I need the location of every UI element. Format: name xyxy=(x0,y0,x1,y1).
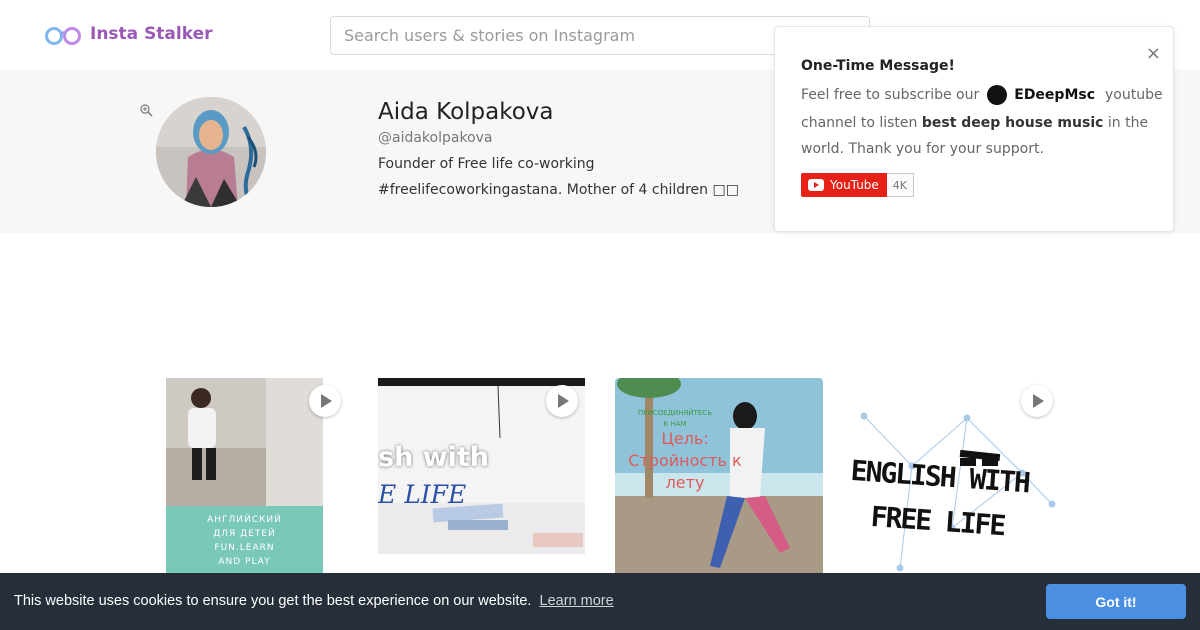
caption-line: лету xyxy=(665,473,705,492)
popup-text-prefix: Feel free to subscribe our xyxy=(801,87,980,103)
popup-text: channel to listen best deep house music … xyxy=(801,115,1148,131)
caption-line: AND PLAY xyxy=(218,557,271,567)
caption-line: sh with xyxy=(378,442,490,473)
close-icon[interactable]: × xyxy=(1146,43,1161,64)
one-time-message-popup: × One-Time Message! Feel free to subscri… xyxy=(774,26,1174,232)
popup-text-bold: best deep house music xyxy=(921,115,1104,131)
story-tile[interactable]: ПРИСОЕДИНЯЙТЕСЬ К НАМ Цель: Стройность к… xyxy=(615,378,823,573)
story-caption: Цель: Стройность к лету xyxy=(615,428,755,494)
youtube-subscribe-button[interactable]: YouTube 4K xyxy=(801,173,915,197)
play-icon[interactable] xyxy=(309,385,341,417)
story-caption: АНГЛИЙСКИЙ ДЛЯ ДЕТЕЙ FUN.LEARN AND PLAY xyxy=(166,513,323,569)
popup-text-prefix: channel to listen xyxy=(801,115,918,131)
popup-text: Feel free to subscribe our EDeepMsc yout… xyxy=(801,85,1163,105)
play-icon[interactable] xyxy=(546,385,578,417)
glasses-logo-icon xyxy=(45,27,81,45)
cookie-consent-bar: This website uses cookies to ensure you … xyxy=(0,573,1200,630)
zoom-in-icon[interactable] xyxy=(140,104,153,117)
caption-line: Стройность к xyxy=(628,451,742,470)
profile-avatar[interactable] xyxy=(156,97,266,207)
brand-name[interactable]: EDeepMsc xyxy=(1014,87,1095,103)
logo[interactable]: Insta Stalker xyxy=(44,22,213,46)
profile-handle: @aidakolpakova xyxy=(378,130,493,146)
brand-logo-icon[interactable] xyxy=(987,85,1008,105)
caption-line: Цель: xyxy=(661,429,709,448)
youtube-button-label[interactable]: YouTube xyxy=(801,173,887,197)
learn-more-link[interactable]: Learn more xyxy=(540,593,614,609)
popup-title: One-Time Message! xyxy=(801,58,955,74)
subscriber-count: 4K xyxy=(886,173,915,197)
story-tile[interactable]: АНГЛИЙСКИЙ ДЛЯ ДЕТЕЙ FUN.LEARN AND PLAY xyxy=(166,378,323,573)
caption-line: FUN.LEARN xyxy=(214,543,275,553)
popup-text: world. Thank you for your support. xyxy=(801,141,1044,157)
youtube-label: YouTube xyxy=(830,178,879,192)
cookie-message-text: This website uses cookies to ensure you … xyxy=(14,593,532,609)
profile-name: Aida Kolpakova xyxy=(378,99,554,125)
popup-text-suffix: youtube xyxy=(1105,87,1163,103)
caption-line: E LIFE xyxy=(378,480,467,509)
app-name: Insta Stalker xyxy=(90,24,213,44)
cookie-message: This website uses cookies to ensure you … xyxy=(14,593,614,609)
popup-text-suffix: in the xyxy=(1107,115,1149,131)
profile-bio-line: Founder of Free life co-working xyxy=(378,156,595,172)
accept-cookies-button[interactable]: Got it! xyxy=(1046,584,1186,619)
profile-bio-line: #freelifecoworkingastana. Mother of 4 ch… xyxy=(378,182,739,198)
caption-line: ПРИСОЕДИНЯЙТЕСЬ xyxy=(638,409,712,417)
youtube-play-icon xyxy=(808,179,824,191)
story-caption: ПРИСОЕДИНЯЙТЕСЬ К НАМ xyxy=(615,408,735,430)
caption-line: ДЛЯ ДЕТЕЙ xyxy=(213,529,276,539)
caption-line: АНГЛИЙСКИЙ xyxy=(207,515,282,525)
play-icon[interactable] xyxy=(1021,385,1053,417)
